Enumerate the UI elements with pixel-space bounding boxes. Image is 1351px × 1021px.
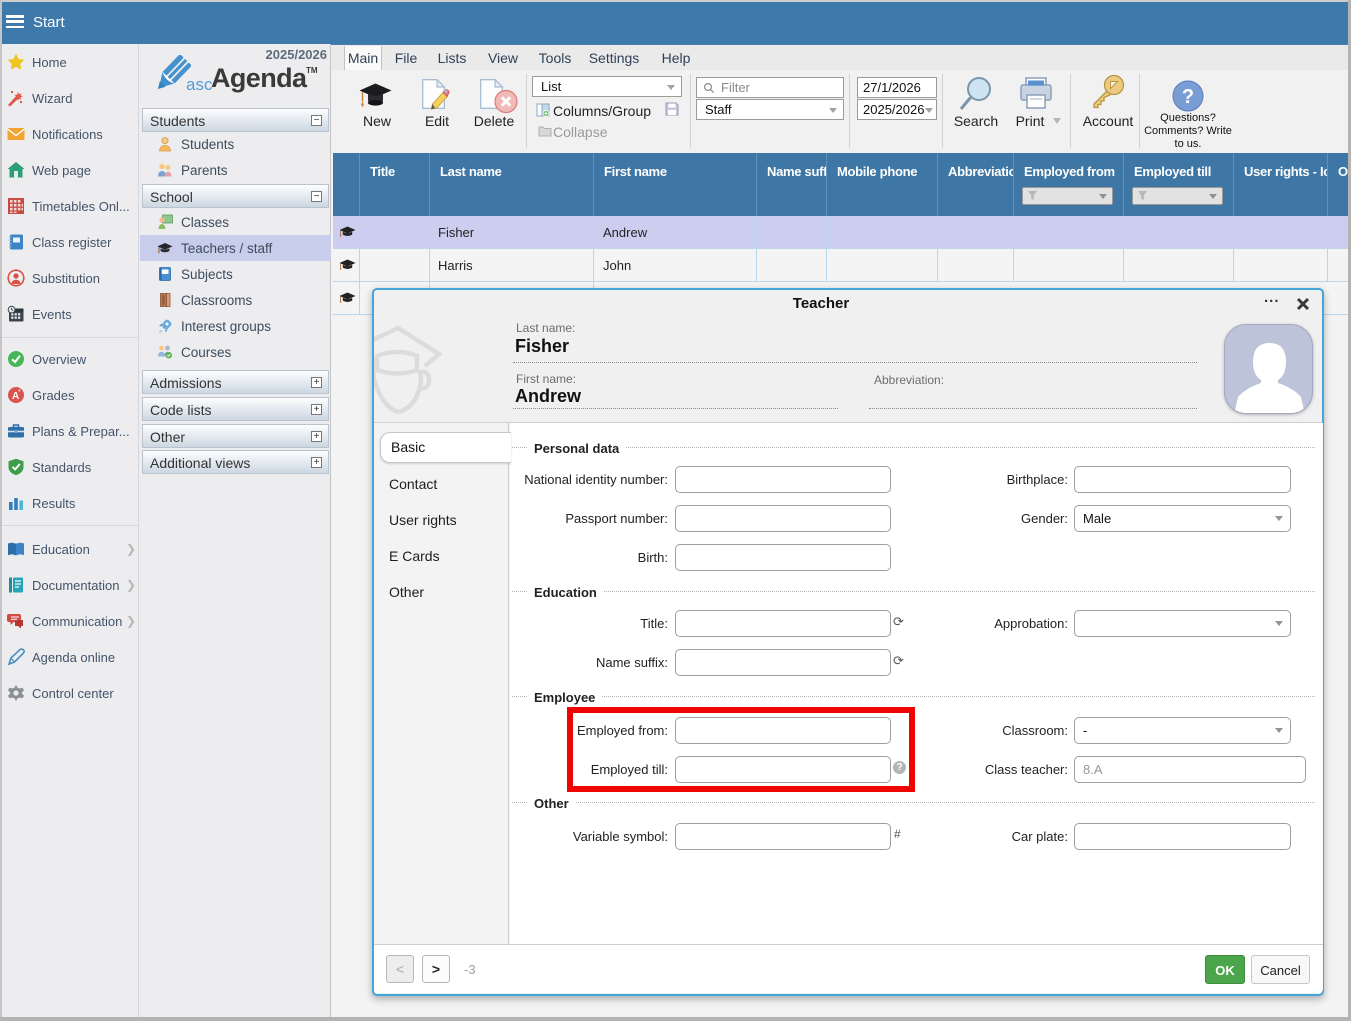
svg-text:?: ?: [1182, 86, 1194, 108]
svg-text:*: *: [18, 389, 21, 396]
